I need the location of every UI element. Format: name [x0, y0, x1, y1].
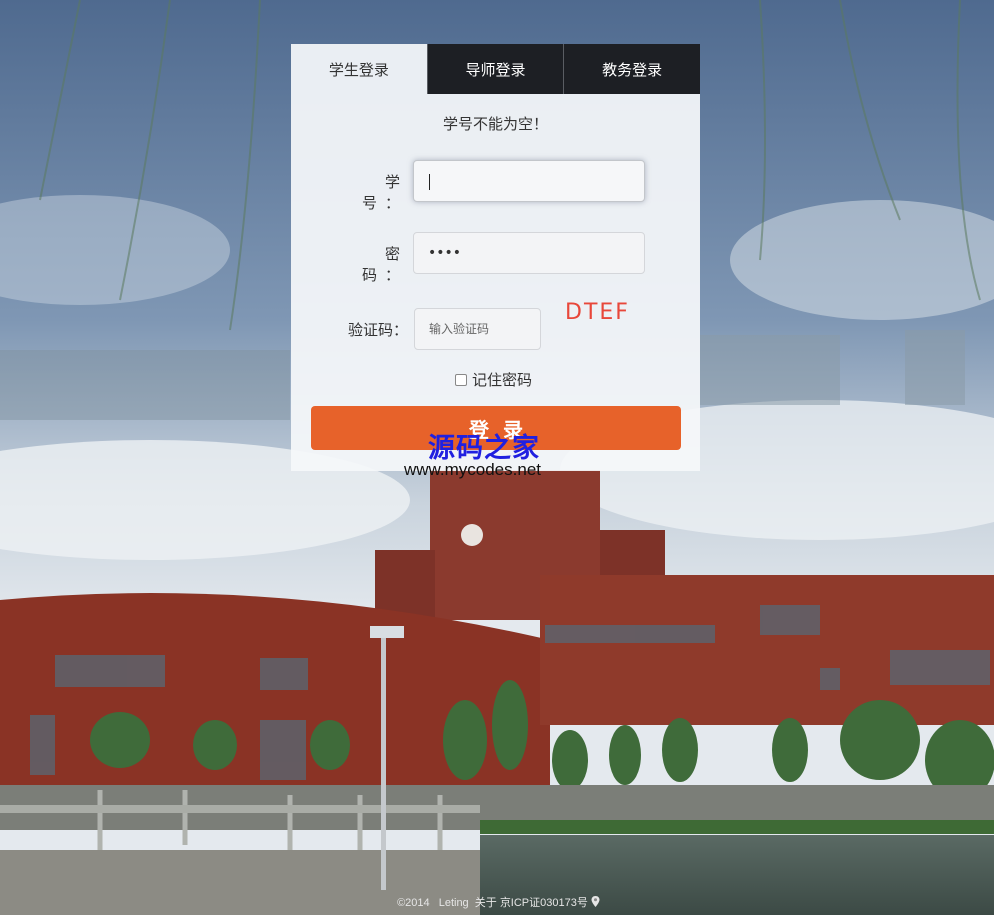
- tab-academic-affairs-login[interactable]: 教务登录: [563, 44, 701, 94]
- tab-advisor-login[interactable]: 导师登录: [426, 44, 564, 94]
- location-pin-icon: [591, 896, 600, 907]
- text-caret: [429, 174, 430, 190]
- footer: ©2014 Leting 关于 京ICP证030173号: [0, 894, 994, 910]
- remember-label: 记住密码: [472, 371, 533, 389]
- watermark-url: www.mycodes.net: [404, 460, 541, 479]
- captcha-image[interactable]: DTEF: [565, 300, 630, 325]
- remember-checkbox[interactable]: [455, 373, 467, 386]
- footer-copyright: ©2014: [397, 897, 430, 909]
- student-id-label: 学 号：: [361, 173, 408, 212]
- remember-password[interactable]: 记住密码: [455, 369, 532, 390]
- login-tabs: 学生登录 导师登录 教务登录: [291, 44, 701, 94]
- error-message: 学号不能为空！: [442, 115, 548, 133]
- footer-icp-link[interactable]: 京ICP证030173号: [500, 897, 588, 909]
- footer-about-link[interactable]: 关于: [475, 897, 497, 909]
- password-label: 密 码：: [361, 245, 408, 284]
- password-input[interactable]: [413, 232, 645, 274]
- footer-author: Leting: [438, 897, 469, 909]
- captcha-label: 验证码：: [347, 321, 408, 339]
- student-id-input[interactable]: [413, 160, 645, 202]
- captcha-input[interactable]: [414, 308, 541, 350]
- tab-student-login[interactable]: 学生登录: [291, 44, 427, 94]
